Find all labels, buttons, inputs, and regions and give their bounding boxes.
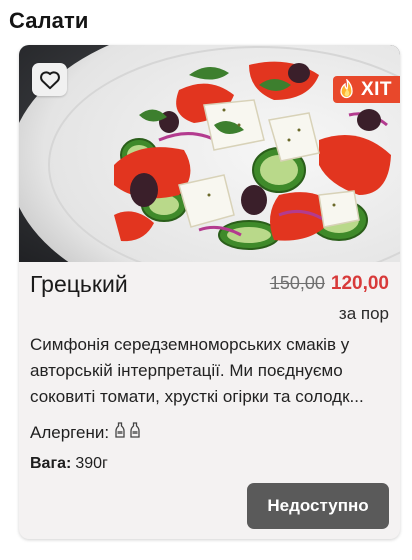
product-name: Грецький	[30, 271, 128, 297]
description-line: авторській інтерпретації. Ми поєднуємо	[30, 361, 343, 380]
description-line: Симфонія середземноморських смаків у	[30, 335, 350, 354]
hit-badge: ХІТ	[332, 76, 400, 103]
bottle-icon	[130, 422, 140, 443]
description-line: соковиті томати, хрусткі огірки та солод…	[30, 387, 364, 406]
hit-badge-label: ХІТ	[360, 78, 392, 100]
allergens: Алергени:	[30, 422, 140, 443]
fire-icon	[337, 78, 357, 101]
product-description: Симфонія середземноморських смаків у авт…	[30, 332, 392, 410]
weight: Вага: 390г	[30, 455, 108, 473]
weight-value: 390г	[75, 455, 108, 472]
heart-icon	[39, 70, 61, 90]
product-photo: ХІТ	[19, 45, 400, 262]
unavailable-button[interactable]: Недоступно	[247, 483, 389, 529]
product-card[interactable]: ХІТ Грецький 150,00 120,00 за пор Симфон…	[19, 45, 400, 539]
bottle-icon	[115, 422, 125, 443]
allergens-label: Алергени:	[30, 422, 110, 442]
favorite-button[interactable]	[32, 63, 67, 96]
old-price: 150,00	[269, 273, 325, 293]
new-price: 120,00	[330, 273, 389, 294]
price-block: 150,00 120,00 за пор	[270, 273, 389, 324]
section-title: Салати	[9, 8, 89, 33]
weight-label: Вага:	[30, 455, 72, 472]
price-unit: за пор	[338, 304, 389, 323]
